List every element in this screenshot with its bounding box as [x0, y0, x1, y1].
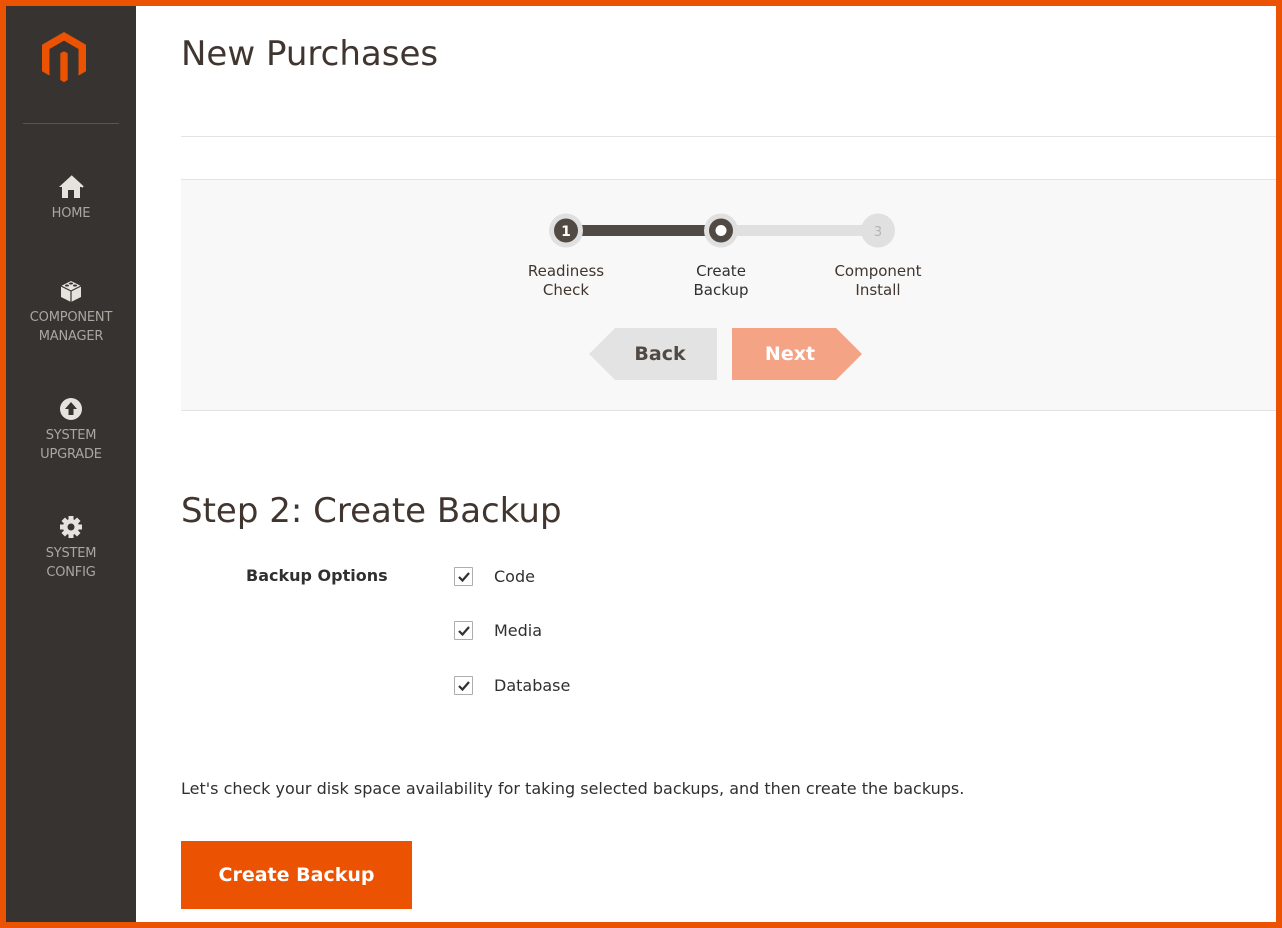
checkbox-media[interactable]	[454, 621, 473, 640]
progress-step-1: 1	[549, 213, 583, 248]
sidebar-item-label: SYSTEM UPGRADE	[40, 428, 102, 462]
admin-sidebar: HOME COMPONENT MANAGER SYSTEM UPGRADE SY…	[6, 6, 136, 922]
backup-options-label: Backup Options	[246, 566, 388, 585]
checkbox-database[interactable]	[454, 676, 473, 695]
progress-step-label: Readiness Check	[527, 262, 605, 299]
main-content: New Purchases 1 3 Readiness Check Create…	[136, 6, 1276, 922]
checkmark-icon	[458, 626, 470, 637]
progress-step-label-active: Create Backup	[693, 262, 749, 299]
step-title: Step 2: Create Backup	[181, 491, 562, 531]
sidebar-item-home[interactable]: HOME	[6, 174, 136, 223]
checkbox-code[interactable]	[454, 567, 473, 586]
sidebar-item-label: SYSTEM CONFIG	[45, 546, 97, 580]
sidebar-item-label: COMPONENT MANAGER	[29, 310, 113, 344]
option-label: Media	[494, 621, 543, 640]
back-button[interactable]: Back	[589, 328, 717, 380]
sidebar-item-system-config[interactable]: SYSTEM CONFIG	[6, 514, 136, 582]
sidebar-item-component-manager[interactable]: COMPONENT MANAGER	[6, 278, 136, 346]
progress-step-label: Component Install	[834, 262, 922, 299]
upgrade-icon	[60, 398, 82, 420]
progress-step-2	[704, 213, 738, 248]
home-icon	[59, 175, 84, 198]
next-button-label: Next	[764, 343, 816, 365]
option-label: Code	[494, 567, 535, 586]
progress-step-3: 3	[861, 213, 895, 248]
disk-space-info: Let's check your disk space availability…	[181, 779, 965, 798]
component-icon	[60, 281, 82, 302]
magento-logo[interactable]	[42, 32, 86, 84]
page-title: New Purchases	[181, 34, 439, 74]
progress-fill	[566, 225, 721, 236]
svg-text:1: 1	[561, 224, 571, 240]
gear-icon	[60, 516, 82, 538]
create-backup-button[interactable]: Create Backup	[181, 841, 412, 909]
checkmark-icon	[458, 572, 470, 583]
logo-separator	[23, 123, 119, 124]
option-label: Database	[494, 676, 571, 695]
sidebar-item-system-upgrade[interactable]: SYSTEM UPGRADE	[6, 396, 136, 464]
title-divider	[181, 136, 1276, 137]
back-button-label: Back	[634, 343, 686, 365]
checkmark-icon	[458, 681, 470, 692]
wizard-navigation: 1 3 Readiness Check Create Backup Compon…	[181, 179, 1276, 411]
sidebar-item-label: HOME	[51, 206, 91, 221]
svg-text:3: 3	[874, 225, 882, 240]
next-button[interactable]: Next	[732, 328, 862, 380]
